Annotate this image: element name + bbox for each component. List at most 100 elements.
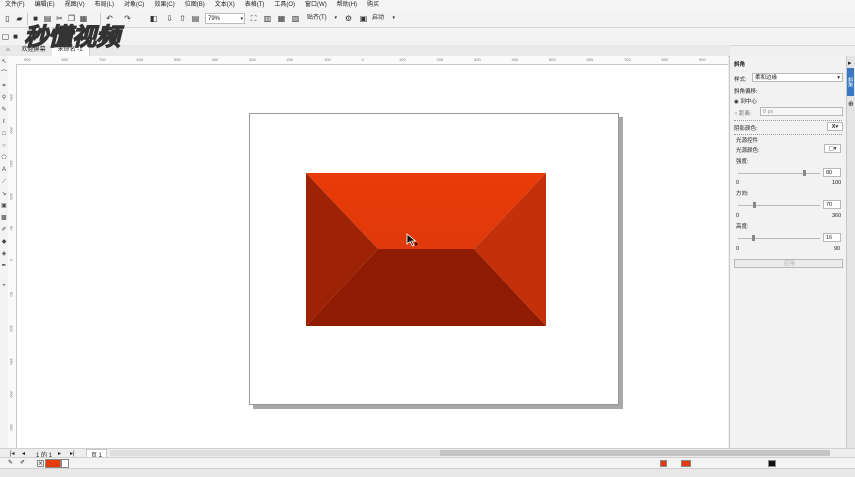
menu-item-9[interactable]: 工具(O) — [269, 0, 300, 11]
connector-tool-icon[interactable]: ↘ — [0, 190, 8, 198]
ruler-v-label: 50 — [9, 226, 14, 231]
menu-item-5[interactable]: 效果(C) — [149, 0, 179, 11]
altitude-min: 0 — [736, 246, 740, 252]
direction-slider-track[interactable] — [738, 205, 820, 206]
ruler-h-label: 700 — [624, 57, 631, 62]
menu-item-12[interactable]: 购买 — [362, 0, 384, 11]
zoom-level-combo[interactable]: 79% ▾ — [205, 13, 245, 24]
ruler-h-label: 900 — [699, 57, 706, 62]
interactive-fill-icon[interactable]: ◆ — [0, 238, 8, 246]
pen-icon[interactable]: ✐ — [20, 459, 25, 466]
intensity-slider-thumb[interactable] — [803, 170, 806, 176]
page-size-icon[interactable]: ■ — [10, 31, 21, 42]
shadow-color-picker[interactable]: X▾ — [827, 122, 843, 131]
apply-button[interactable]: 应用 — [734, 259, 843, 268]
publish-pdf-icon[interactable]: ▤ — [190, 13, 201, 24]
white-swatch[interactable] — [61, 459, 69, 468]
crop-tool-icon[interactable]: ⌗ — [0, 82, 8, 90]
show-rulers-icon[interactable]: ▥ — [262, 13, 273, 24]
application-launcher-icon[interactable]: ▣ — [358, 13, 369, 24]
polygon-tool-icon[interactable]: ⬠ — [0, 154, 8, 162]
add-docker-icon[interactable]: ⊕ — [848, 100, 854, 108]
menu-item-10[interactable]: 窗口(W) — [300, 0, 332, 11]
outline-pen-icon[interactable]: ✒ — [0, 262, 8, 270]
first-page-icon[interactable]: |◂ — [10, 450, 15, 457]
menu-item-1[interactable]: 编辑(E) — [30, 0, 60, 11]
menu-item-2[interactable]: 视图(V) — [60, 0, 90, 11]
no-color-swatch[interactable]: ⨯ — [37, 460, 44, 467]
beveled-rectangle[interactable] — [306, 173, 546, 326]
light-color-picker[interactable]: ▢▾ — [824, 144, 841, 153]
launch-label: 启动 — [372, 15, 385, 21]
full-screen-icon[interactable]: ⛶ — [248, 13, 259, 24]
show-grid-icon[interactable]: ▦ — [276, 13, 287, 24]
menu-item-11[interactable]: 帮助(H) — [332, 0, 362, 11]
horizontal-scrollbar-thumb[interactable] — [440, 450, 830, 456]
new-document-icon[interactable]: ▯ — [2, 13, 13, 24]
distance-input[interactable]: 8 px — [760, 107, 843, 116]
vertical-ruler[interactable]: 250 200 150 100 50 0 50 100 150 200 250 — [8, 64, 17, 448]
menu-item-3[interactable]: 布局(L) — [90, 0, 119, 11]
red-orange-swatch[interactable] — [45, 459, 61, 468]
options-gear-icon[interactable]: ⚙ — [343, 13, 354, 24]
snap-to-menu[interactable]: 贴齐(T) ▾ — [305, 13, 338, 24]
ruler-h-label: 300 — [474, 57, 481, 62]
menu-item-8[interactable]: 表格(T) — [240, 0, 270, 11]
shadow-color-label: 阴影颜色: — [734, 126, 758, 132]
eyedropper-icon[interactable]: ✎ — [8, 459, 13, 466]
divider — [734, 120, 842, 122]
to-center-radio[interactable]: ◉ 到中心 — [734, 97, 757, 105]
altitude-value: 16 — [826, 235, 833, 241]
parallel-dimension-icon[interactable]: ⟋ — [0, 178, 8, 186]
direction-slider-thumb[interactable] — [753, 202, 756, 208]
add-tool-icon[interactable]: + — [0, 282, 8, 290]
menu-item-7[interactable]: 文本(X) — [210, 0, 240, 11]
direction-label: 方向: — [736, 191, 749, 197]
altitude-slider-thumb[interactable] — [752, 235, 755, 241]
text-tool-icon[interactable]: A — [0, 166, 8, 174]
shape-tool-icon[interactable]: ⌒ — [0, 70, 8, 78]
menu-item-6[interactable]: 位图(B) — [180, 0, 210, 11]
intensity-slider-track[interactable] — [738, 173, 820, 174]
transparency-tool-icon[interactable]: ▩ — [0, 214, 8, 222]
chevron-down-icon: ▾ — [392, 15, 395, 21]
ruler-v-label: 100 — [9, 193, 14, 200]
launch-menu[interactable]: 启动 ▾ — [370, 13, 396, 24]
smart-fill-icon[interactable]: ◈ — [0, 250, 8, 258]
intensity-label: 强度: — [736, 159, 749, 165]
drop-shadow-tool-icon[interactable]: ▣ — [0, 202, 8, 210]
altitude-input[interactable]: 16 — [823, 233, 841, 242]
next-page-icon[interactable]: ▸ — [58, 450, 61, 457]
intensity-input[interactable]: 80 — [823, 168, 841, 177]
to-center-label: 到中心 — [740, 99, 757, 105]
ruler-v-label: 0 — [9, 259, 14, 262]
pick-tool-icon[interactable]: ↖ — [0, 58, 8, 66]
ruler-h-label: 100 — [324, 57, 331, 62]
home-icon[interactable]: ⌂ — [0, 45, 16, 56]
zoom-tool-icon[interactable]: ⚲ — [0, 94, 8, 102]
direction-input[interactable]: 70 — [823, 200, 841, 209]
miaodong-video-watermark: 秒懂视频 — [23, 22, 125, 51]
rectangle-tool-icon[interactable]: □ — [0, 130, 8, 138]
ruler-h-label: 0 — [361, 57, 364, 62]
show-guidelines-icon[interactable]: ▧ — [290, 13, 301, 24]
import-icon[interactable]: ⇩ — [164, 13, 175, 24]
export-icon[interactable]: ⇧ — [177, 13, 188, 24]
last-page-icon[interactable]: ▸| — [70, 450, 75, 457]
eyedropper-tool-icon[interactable]: ✐ — [0, 226, 8, 234]
previous-page-icon[interactable]: ◂ — [22, 450, 25, 457]
menu-item-0[interactable]: 文件(F) — [0, 0, 30, 11]
docker-options-icon[interactable]: ▸ — [848, 59, 852, 67]
ellipse-tool-icon[interactable]: ○ — [0, 142, 8, 150]
artistic-media-icon[interactable]: ℓ — [0, 118, 8, 126]
freehand-tool-icon[interactable]: ✎ — [0, 106, 8, 114]
tab-bevel-docker[interactable]: 斜角 — [847, 68, 854, 96]
light-controls-label: 光源控件 — [736, 138, 759, 144]
altitude-slider-track[interactable] — [738, 238, 820, 239]
style-select[interactable]: 柔和边缘 ▾ — [752, 73, 843, 82]
ruler-h-label: 200 — [436, 57, 444, 62]
distance-radio[interactable]: ○ 距离: — [734, 109, 751, 117]
light-color-label: 光源颜色: — [736, 148, 760, 154]
menu-item-4[interactable]: 对象(C) — [119, 0, 149, 11]
horizontal-ruler[interactable]: 900 800 700 600 500 400 300 200 100 0 100 200 300 400… — [8, 56, 728, 65]
